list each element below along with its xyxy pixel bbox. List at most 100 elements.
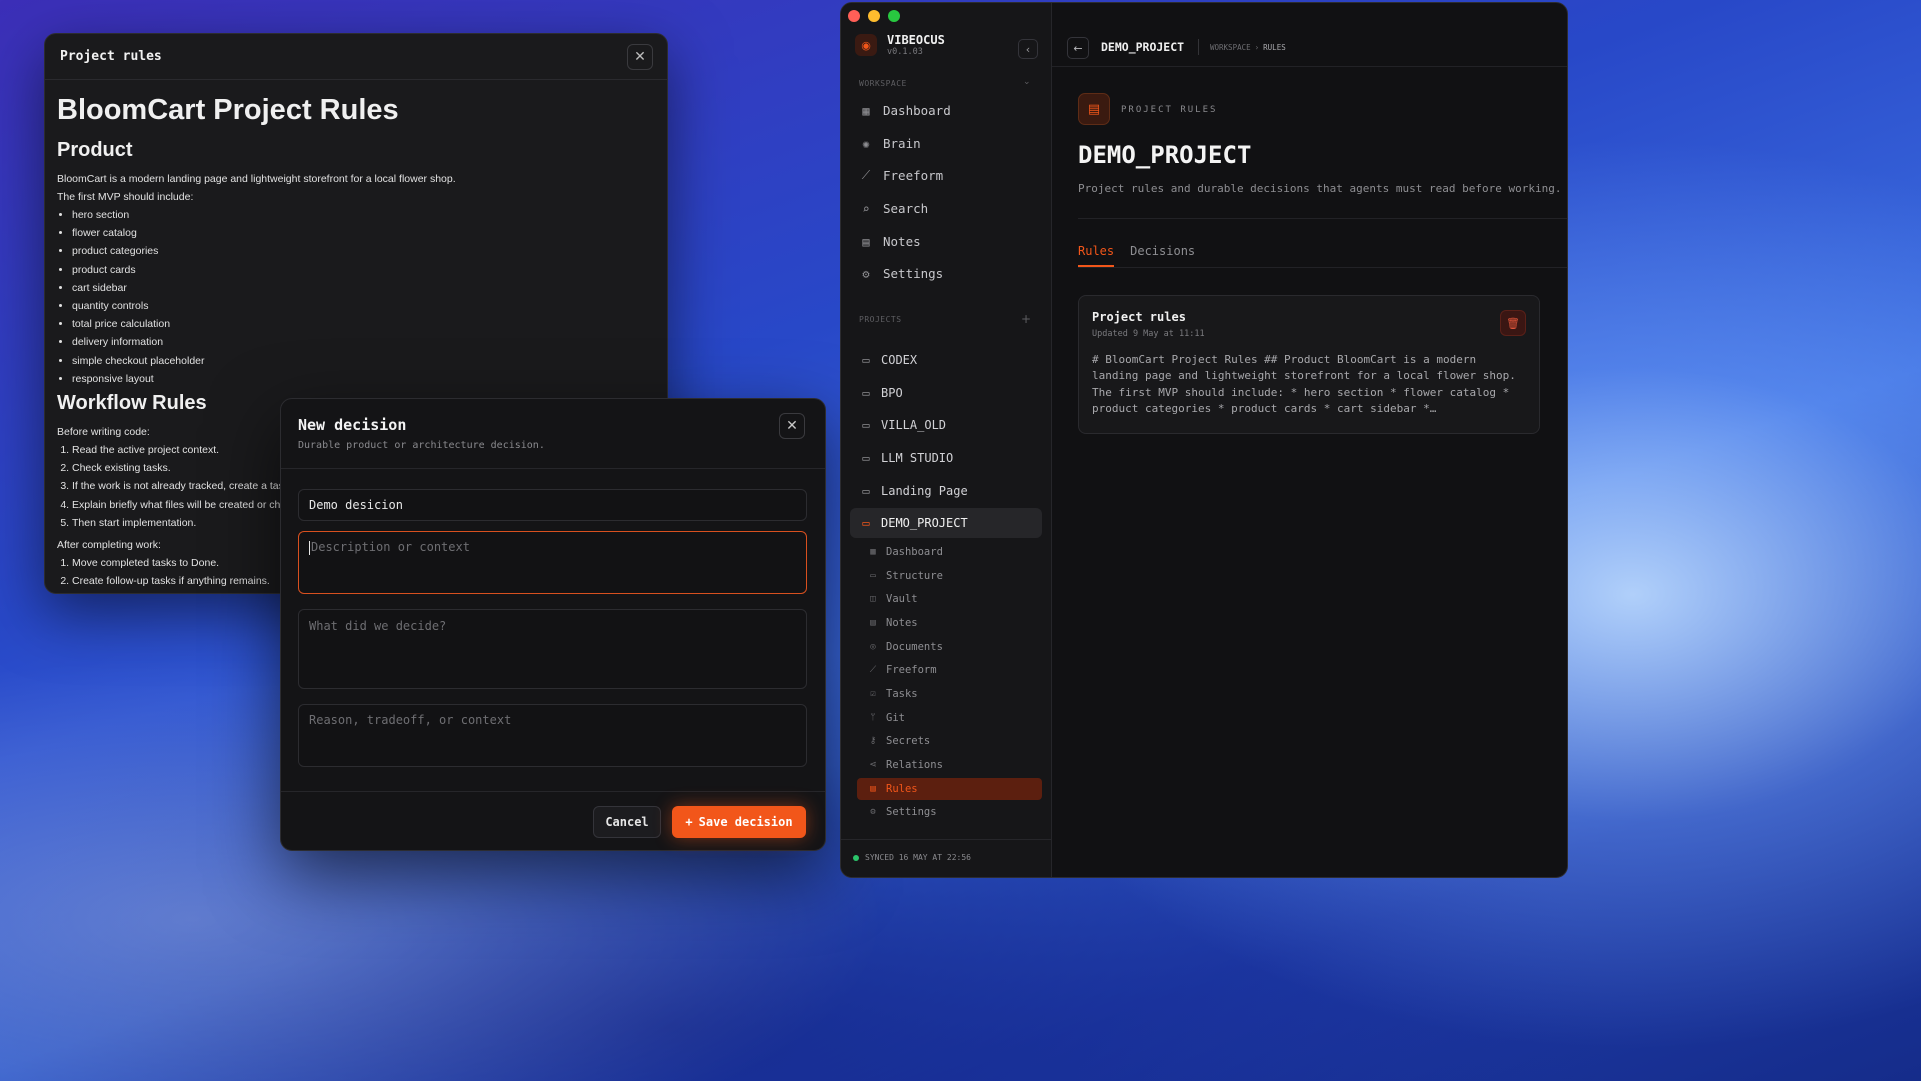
collapse-sidebar-icon[interactable]: ‹	[1018, 39, 1038, 59]
mvp-list: hero section flower catalog product cate…	[57, 206, 655, 388]
gear-icon: ⚙	[862, 266, 870, 281]
subnav-label: Git	[886, 712, 905, 724]
subnav-label: Dashboard	[886, 546, 943, 558]
breadcrumb-workspace[interactable]: WORKSPACE	[1210, 43, 1251, 52]
project-item-codex[interactable]: ▭ CODEX	[859, 353, 917, 367]
project-item-bpo[interactable]: ▭ BPO	[859, 386, 902, 400]
subnav-documents[interactable]: ◎ Documents	[868, 641, 943, 653]
project-item-demo-project[interactable]: ▭ DEMO_PROJECT	[859, 516, 967, 530]
freeform-icon: ⟋	[869, 665, 877, 675]
sidebar-item-label: Search	[883, 201, 929, 216]
rules-card[interactable]: Project rules Updated 9 May at 11:11 # B…	[1078, 295, 1540, 434]
sidebar-item-label: Settings	[883, 266, 944, 281]
vault-icon: ◫	[870, 594, 876, 604]
tab-bar: Rules Decisions	[1078, 244, 1195, 267]
sidebar: ◉ VIBEOCUS v0.1.03 ‹ WORKSPACE ⌄ ▦ Dashb…	[841, 3, 1052, 877]
card-title: Project rules	[1092, 310, 1186, 324]
project-item-villa-old[interactable]: ▭ VILLA_OLD	[859, 418, 946, 432]
card-updated: Updated 9 May at 11:11	[1092, 329, 1205, 339]
documents-icon: ◎	[870, 642, 876, 652]
sidebar-item-brain[interactable]: ✺ Brain	[859, 136, 920, 151]
dashboard-icon: ▦	[870, 547, 876, 557]
subnav-relations[interactable]: ⋖ Relations	[868, 759, 943, 771]
brand: ◉ VIBEOCUS v0.1.03	[855, 33, 945, 57]
doc-heading: BloomCart Project Rules	[57, 94, 399, 126]
decision-title-input[interactable]: Demo desicion	[298, 489, 807, 521]
sidebar-item-label: Dashboard	[883, 103, 951, 118]
close-icon[interactable]: ✕	[627, 43, 653, 70]
topbar-title: DEMO_PROJECT	[1101, 40, 1185, 54]
brain-icon: ✺	[862, 136, 870, 151]
plus-icon: +	[685, 815, 693, 829]
subnav-label: Secrets	[886, 735, 931, 747]
rules-window-header: Project rules ✕	[45, 34, 667, 80]
tab-rules[interactable]: Rules	[1078, 244, 1115, 267]
sidebar-item-label: Freeform	[883, 168, 944, 183]
folder-icon: ▭	[862, 451, 870, 465]
projects-label: PROJECTS	[859, 315, 902, 324]
subnav-freeform[interactable]: ⟋ Freeform	[868, 664, 937, 676]
folder-icon: ▭	[862, 353, 870, 367]
subnav-git[interactable]: ᛘ Git	[868, 712, 905, 724]
list-item: flower catalog	[72, 224, 655, 242]
reason-textarea[interactable]: Reason, tradeoff, or context	[298, 704, 807, 767]
list-item: total price calculation	[72, 315, 655, 333]
subnav-secrets[interactable]: ⚷ Secrets	[868, 735, 931, 747]
maximize-window-button[interactable]	[888, 10, 900, 22]
project-label: VILLA_OLD	[881, 418, 947, 432]
close-icon[interactable]: ✕	[779, 413, 805, 439]
minimize-window-button[interactable]	[868, 10, 880, 22]
cancel-button[interactable]: Cancel	[593, 806, 661, 838]
rules-window-title: Project rules	[60, 49, 162, 64]
subnav-notes[interactable]: ▤ Notes	[868, 617, 918, 629]
add-project-icon[interactable]: +	[1021, 312, 1031, 326]
project-label: LLM STUDIO	[881, 451, 954, 465]
tab-decisions[interactable]: Decisions	[1130, 244, 1195, 267]
save-decision-button[interactable]: + Save decision	[672, 806, 806, 838]
subnav-structure[interactable]: ▭ Structure	[868, 570, 943, 582]
subnav-settings[interactable]: ⚙ Settings	[868, 806, 936, 818]
folder-icon: ▭	[862, 386, 870, 400]
dashboard-icon: ▦	[862, 103, 870, 118]
notes-icon: ▤	[862, 234, 870, 249]
product-intro: BloomCart is a modern landing page and l…	[57, 173, 456, 185]
sidebar-item-freeform[interactable]: ⟋ Freeform	[859, 168, 943, 183]
window-controls	[848, 10, 900, 22]
description-textarea[interactable]: Description or context	[298, 531, 807, 594]
chevron-down-icon[interactable]: ⌄	[1023, 77, 1031, 87]
close-window-button[interactable]	[848, 10, 860, 22]
key-icon: ⚷	[869, 736, 877, 746]
list-item: simple checkout placeholder	[72, 352, 655, 370]
subnav-vault[interactable]: ◫ Vault	[868, 593, 917, 605]
structure-icon: ▭	[870, 571, 876, 581]
project-item-llm-studio[interactable]: ▭ LLM STUDIO	[859, 451, 953, 465]
sidebar-item-settings[interactable]: ⚙ Settings	[859, 266, 943, 281]
mvp-intro: The first MVP should include:	[57, 191, 194, 203]
modal-footer: Cancel + Save decision	[281, 791, 825, 851]
trash-icon[interactable]: 🗑	[1500, 310, 1526, 336]
subnav-dashboard[interactable]: ▦ Dashboard	[868, 546, 943, 558]
subnav-label: Notes	[886, 617, 918, 629]
sidebar-item-notes[interactable]: ▤ Notes	[859, 234, 921, 249]
subnav-tasks[interactable]: ☑ Tasks	[868, 688, 917, 700]
divider	[1198, 39, 1199, 55]
subnav-rules[interactable]: ▤ Rules	[868, 783, 917, 795]
sidebar-item-search[interactable]: ⌕ Search	[859, 201, 928, 216]
workspace-label: WORKSPACE	[859, 79, 907, 88]
divider	[1078, 218, 1567, 219]
back-arrow-icon[interactable]: ←	[1067, 37, 1089, 59]
list-item: delivery information	[72, 333, 655, 351]
subnav-label: Documents	[886, 641, 943, 653]
sidebar-item-dashboard[interactable]: ▦ Dashboard	[859, 103, 951, 118]
decision-textarea[interactable]: What did we decide?	[298, 609, 807, 689]
breadcrumb: WORKSPACE › RULES	[1210, 43, 1286, 52]
list-item: product categories	[72, 242, 655, 260]
modal-subtitle: Durable product or architecture decision…	[298, 440, 545, 451]
project-label: CODEX	[881, 353, 918, 367]
project-item-landing-page[interactable]: ▭ Landing Page	[859, 484, 967, 498]
subnav-label: Relations	[886, 759, 943, 771]
sidebar-item-label: Notes	[883, 234, 921, 249]
topbar: ← DEMO_PROJECT WORKSPACE › RULES	[1052, 3, 1567, 67]
sync-status: SYNCED 16 MAY AT 22:56	[853, 853, 971, 862]
page-description: Project rules and durable decisions that…	[1078, 182, 1562, 195]
